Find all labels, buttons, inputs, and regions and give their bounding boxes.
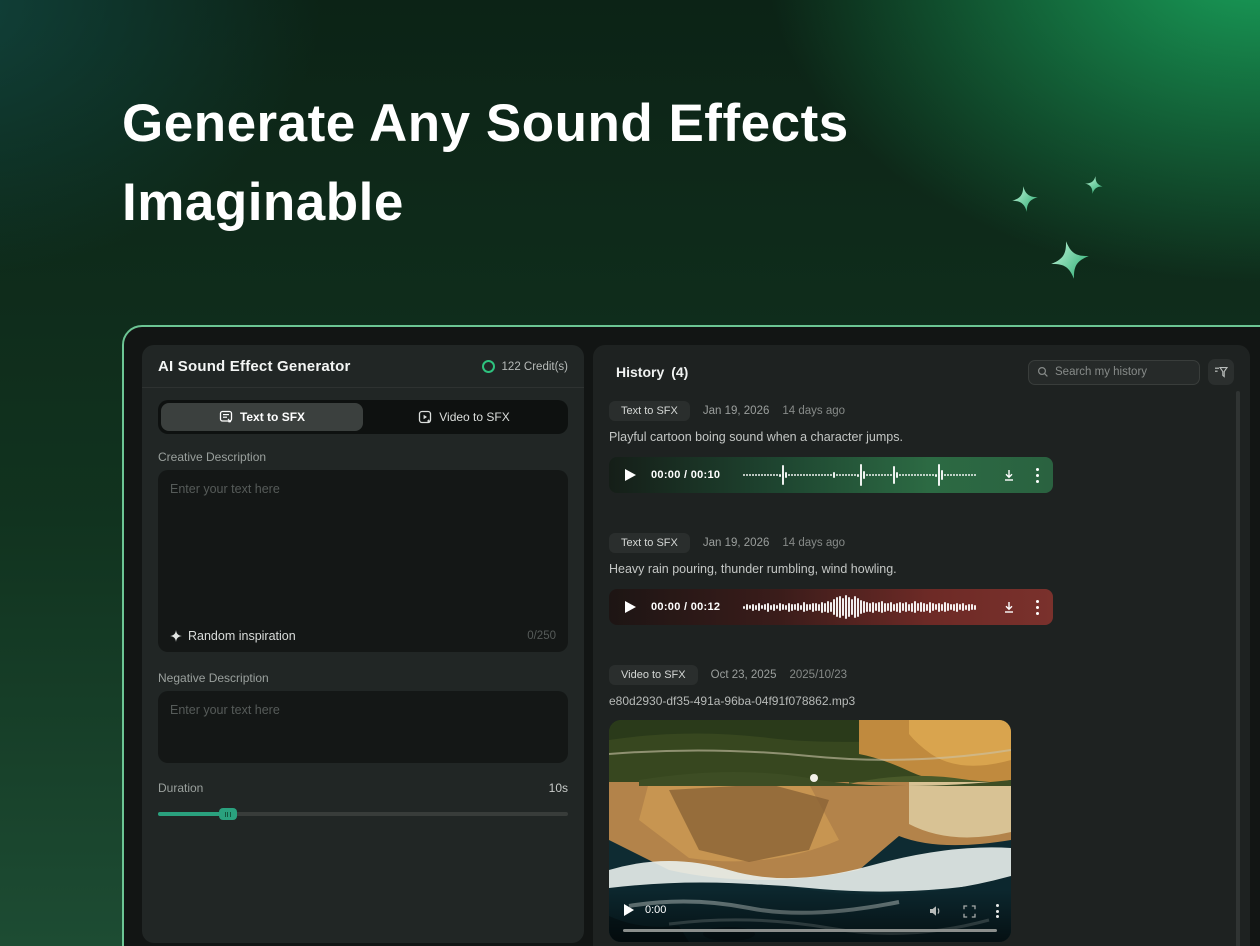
item-relative-date: 14 days ago: [782, 537, 845, 549]
slider-fill: [158, 812, 228, 816]
random-inspiration-button[interactable]: Random inspiration: [170, 629, 296, 643]
item-relative-date: 14 days ago: [782, 405, 845, 417]
duration-slider[interactable]: [158, 808, 568, 820]
history-header: History (4): [609, 359, 1234, 385]
creative-description-box: Random inspiration 0/250: [158, 470, 568, 652]
text-to-sfx-icon: [219, 410, 233, 424]
fullscreen-icon[interactable]: [963, 905, 976, 918]
sparkle-icon: [1084, 175, 1105, 196]
duration-label: Duration: [158, 781, 203, 795]
negative-description-label: Negative Description: [158, 671, 568, 685]
credits-ring-icon: [482, 360, 495, 373]
waveform[interactable]: [743, 594, 988, 620]
main-card: AI Sound Effect Generator 122 Credit(s) …: [122, 325, 1260, 946]
item-relative-date: 2025/10/23: [789, 669, 847, 681]
char-counter: 0/250: [527, 630, 556, 642]
history-search[interactable]: [1028, 360, 1200, 385]
credits-label: 122 Credit(s): [502, 361, 568, 373]
page: Generate Any Sound Effects Imaginable AI…: [0, 0, 1260, 946]
creative-box-footer: Random inspiration 0/250: [170, 629, 556, 643]
waveform[interactable]: [743, 462, 988, 488]
history-title: History (4): [609, 364, 688, 380]
creative-description-input[interactable]: [158, 470, 568, 652]
volume-icon[interactable]: [929, 905, 943, 917]
play-button[interactable]: [625, 469, 636, 481]
type-badge: Text to SFX: [609, 533, 690, 553]
history-title-text: History: [616, 364, 664, 380]
generator-title: AI Sound Effect Generator: [158, 358, 351, 375]
more-options-button[interactable]: [1036, 468, 1039, 483]
history-count: (4): [671, 364, 688, 380]
item-filename: e80d2930-df35-491a-96ba-04f91f078862.mp3: [609, 694, 1234, 708]
sparkle-icon: [1045, 236, 1094, 284]
item-date: Oct 23, 2025: [711, 669, 777, 681]
item-date: Jan 19, 2026: [703, 537, 770, 549]
history-panel: History (4): [593, 345, 1250, 946]
hero-title-line1: Generate Any Sound Effects: [122, 84, 849, 163]
history-item: Text to SFX Jan 19, 2026 14 days ago Pla…: [609, 401, 1234, 493]
tab-video-to-sfx-label: Video to SFX: [439, 410, 510, 424]
tab-text-to-sfx-label: Text to SFX: [240, 410, 305, 424]
item-description: Playful cartoon boing sound when a chara…: [609, 430, 1234, 444]
tab-video-to-sfx[interactable]: Video to SFX: [363, 403, 565, 431]
random-inspiration-label: Random inspiration: [188, 629, 296, 643]
hero-title: Generate Any Sound Effects Imaginable: [122, 84, 849, 242]
audio-time: 00:00 / 00:10: [651, 469, 739, 481]
download-icon: [1002, 600, 1016, 614]
video-more-options-button[interactable]: [996, 904, 999, 918]
download-icon: [1002, 468, 1016, 482]
type-badge: Video to SFX: [609, 665, 698, 685]
duration-row: Duration 10s: [158, 781, 568, 795]
video-controls: 0:00: [609, 890, 1011, 942]
history-item: Text to SFX Jan 19, 2026 14 days ago Hea…: [609, 533, 1234, 625]
item-date: Jan 19, 2026: [703, 405, 770, 417]
tab-text-to-sfx[interactable]: Text to SFX: [161, 403, 363, 431]
sparkle-icon: [170, 630, 182, 642]
creative-description-label: Creative Description: [158, 450, 568, 464]
generator-panel: AI Sound Effect Generator 122 Credit(s) …: [142, 345, 584, 943]
generator-header: AI Sound Effect Generator 122 Credit(s): [142, 345, 584, 388]
negative-description-box: [158, 691, 568, 763]
video-player[interactable]: 0:00: [609, 720, 1011, 942]
audio-player: 00:00 / 00:12: [609, 589, 1053, 625]
history-scrollbar[interactable]: [1236, 391, 1240, 946]
hero-title-line2: Imaginable: [122, 163, 849, 242]
download-button[interactable]: [1002, 468, 1016, 482]
video-to-sfx-icon: [418, 410, 432, 424]
duration-value: 10s: [549, 781, 568, 795]
history-item: Video to SFX Oct 23, 2025 2025/10/23 e80…: [609, 665, 1234, 942]
item-description: Heavy rain pouring, thunder rumbling, wi…: [609, 562, 1234, 576]
audio-player: 00:00 / 00:10: [609, 457, 1053, 493]
slider-handle[interactable]: [219, 808, 237, 820]
more-options-button[interactable]: [1036, 600, 1039, 615]
audio-time: 00:00 / 00:12: [651, 601, 739, 613]
video-progress-bar[interactable]: [623, 929, 997, 932]
negative-description-input[interactable]: [158, 691, 568, 763]
video-play-button[interactable]: [624, 904, 634, 916]
type-badge: Text to SFX: [609, 401, 690, 421]
search-icon: [1037, 366, 1049, 378]
history-search-input[interactable]: [1055, 366, 1191, 378]
download-button[interactable]: [1002, 600, 1016, 614]
video-time: 0:00: [645, 904, 666, 916]
credits-indicator: 122 Credit(s): [482, 360, 568, 373]
filter-icon: [1214, 366, 1228, 379]
mode-tabs: Text to SFX Video to SFX: [158, 400, 568, 434]
play-button[interactable]: [625, 601, 636, 613]
filter-button[interactable]: [1208, 359, 1234, 385]
sparkle-icon: [1010, 184, 1039, 213]
